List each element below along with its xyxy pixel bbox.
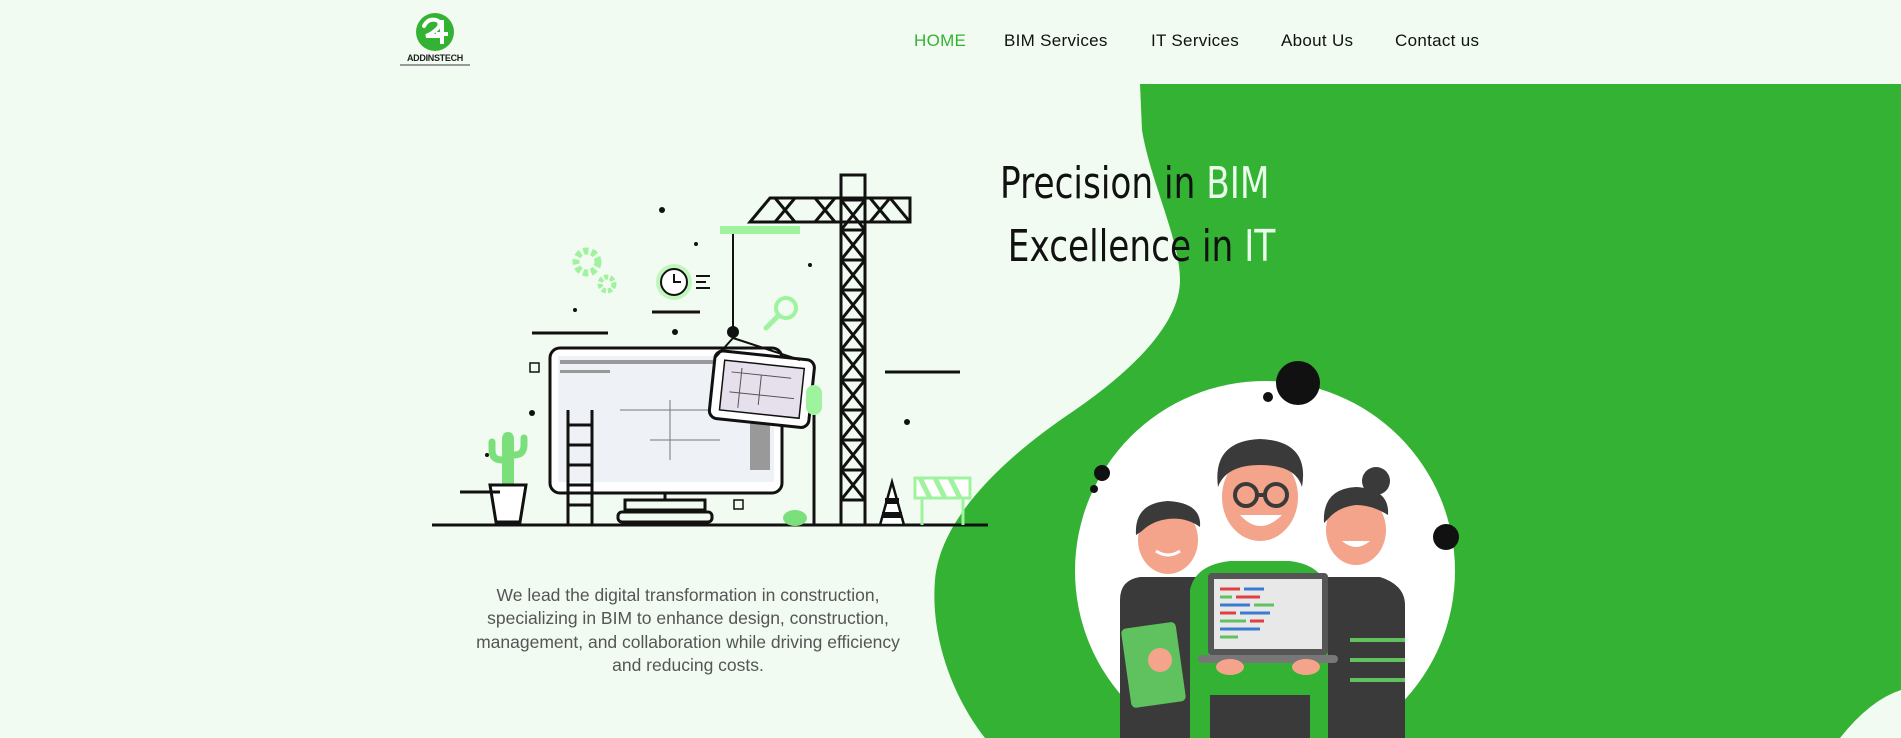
headline-line1: Precision in BIM bbox=[1000, 158, 1270, 209]
construction-crane-monitor-illustration bbox=[432, 173, 988, 527]
team-with-laptop-illustration bbox=[1075, 361, 1459, 738]
hero-headline: Precision in BIM Excellence in IT bbox=[1000, 152, 1276, 278]
headline-line2: Excellence in IT bbox=[1007, 221, 1276, 272]
hero-description: We lead the digital transformation in co… bbox=[476, 584, 900, 676]
headline-it-highlight: IT bbox=[1244, 221, 1276, 272]
headline-bim-highlight: BIM bbox=[1206, 158, 1270, 209]
